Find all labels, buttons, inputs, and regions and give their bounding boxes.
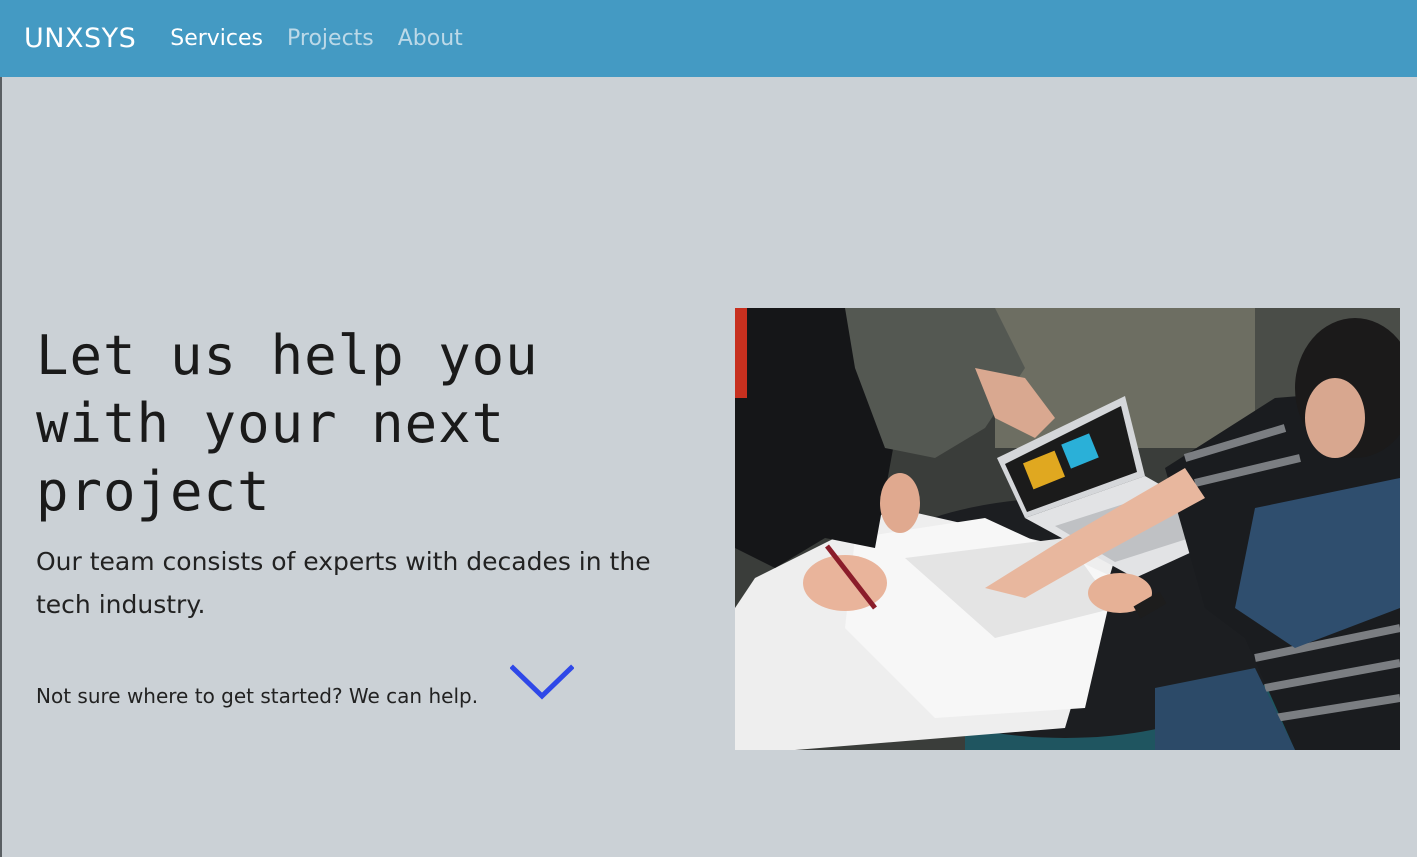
hero-title: Let us help you with your next project: [36, 324, 539, 523]
top-navbar: UNXSYS Services Projects About: [0, 0, 1417, 77]
help-text: Not sure where to get started? We can he…: [36, 684, 479, 708]
brand-logo[interactable]: UNXSYS: [24, 23, 136, 54]
window-left-edge: [0, 77, 2, 857]
nav-link-about[interactable]: About: [398, 26, 463, 51]
nav-link-projects[interactable]: Projects: [287, 26, 374, 51]
hero-subtitle: Our team consists of experts with decade…: [36, 547, 651, 619]
team-meeting-photo: [735, 308, 1400, 750]
chevron-down-icon[interactable]: [509, 664, 575, 702]
nav-link-services[interactable]: Services: [170, 26, 263, 51]
